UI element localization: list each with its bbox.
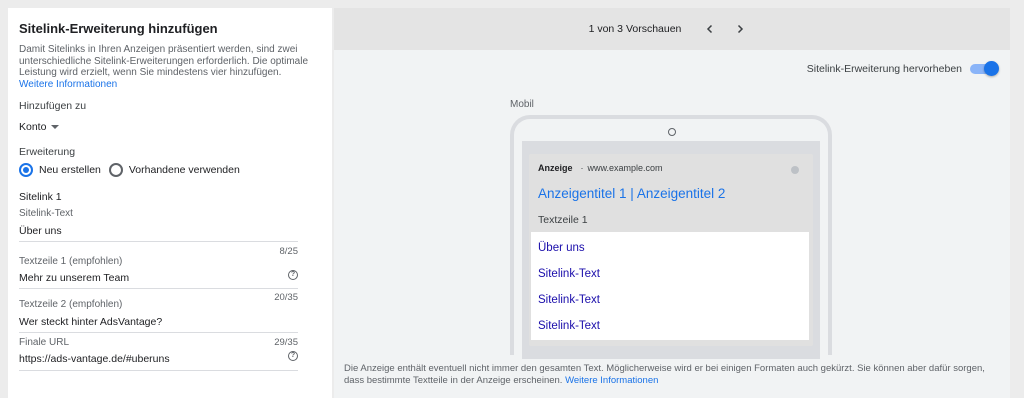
url-label: Finale URL [19,337,70,348]
next-preview-button[interactable] [732,21,748,37]
ad-sitelinks: Über uns Sitelink-Text Sitelink-Text Sit… [531,232,809,340]
extension-radio-group: Neu erstellen Vorhandene verwenden [19,163,248,177]
radio-selected-icon [19,163,33,177]
add-to-value: Konto [19,121,47,133]
field-underline [19,241,298,242]
preview-footer-note: Die Anzeige enthält eventuell nicht imme… [344,363,1004,387]
sitelink-text-counter: 8/25 [279,246,299,257]
field-underline [19,288,298,289]
field-underline [19,332,298,333]
more-info-link[interactable]: Weitere Informationen [19,79,117,90]
ad-badge: Anzeige [538,163,573,173]
sitelink-text-label: Sitelink-Text [19,208,73,219]
radio-new-label: Neu erstellen [39,164,101,176]
preview-nav-bar: 1 von 3 Vorschauen [334,8,1010,50]
ad-sitelink: Sitelink-Text [538,294,600,306]
line1-field[interactable]: Mehr zu unserem Team [19,272,129,284]
description-text: Damit Sitelinks in Ihren Anzeigen präsen… [19,44,309,78]
phone-mockup: Anzeige · www.example.com Anzeigentitel … [510,115,832,359]
radio-existing[interactable]: Vorhandene verwenden [108,163,240,177]
phone-screen: Anzeige · www.example.com Anzeigentitel … [522,141,820,359]
ad-sitelink: Über uns [538,242,585,254]
chevron-right-icon [738,24,744,34]
add-to-dropdown[interactable]: Konto [19,121,60,133]
preview-counter: 1 von 3 Vorschauen [588,23,682,35]
sitelink-form-panel: Sitelink-Erweiterung hinzufügen Damit Si… [8,8,332,398]
dropdown-caret-icon [51,125,60,129]
line1-label: Textzeile 1 (empfohlen) [19,256,123,267]
line2-label: Textzeile 2 (empfohlen) [19,299,123,310]
line2-field[interactable]: Wer steckt hinter AdsVantage? [19,316,162,328]
field-underline [19,370,298,371]
ad-header: Anzeige · www.example.com [538,163,663,173]
add-to-label: Hinzufügen zu [19,100,87,112]
radio-unselected-icon [108,163,123,177]
footer-more-info-link[interactable]: Weitere Informationen [565,375,658,386]
separator-dot: · [580,163,584,173]
sitelink-text-field[interactable]: Über uns [19,225,62,237]
sitelink-heading: Sitelink 1 [19,191,62,203]
ad-display-url: www.example.com [587,163,663,173]
ad-sitelink: Sitelink-Text [538,268,600,280]
highlight-toggle-label: Sitelink-Erweiterung hervorheben [806,63,962,75]
radio-existing-label: Vorhandene verwenden [128,164,240,176]
line2-counter: 29/35 [274,337,298,348]
panel-description: Damit Sitelinks in Ihren Anzeigen präsen… [19,44,309,90]
preview-panel: 1 von 3 Vorschauen Sitelink-Erweiterung … [334,8,1010,398]
camera-icon [668,128,676,136]
device-label: Mobil [510,99,534,110]
ad-description: Textzeile 1 [538,214,588,226]
highlight-toggle[interactable] [970,61,999,76]
help-icon[interactable]: ? [288,270,298,280]
footer-note-text: Die Anzeige enthält eventuell nicht imme… [344,363,985,386]
chevron-left-icon [707,24,713,34]
extension-label: Erweiterung [19,146,76,158]
ad-sitelink: Sitelink-Text [538,320,600,332]
toggle-knob [984,61,999,76]
panel-title: Sitelink-Erweiterung hinzufügen [19,21,218,36]
line1-counter: 20/35 [274,292,298,303]
ad-headline: Anzeigentitel 1 | Anzeigentitel 2 [538,186,726,201]
ad-preview: Anzeige · www.example.com Anzeigentitel … [529,154,813,346]
help-icon[interactable]: ? [288,351,298,361]
prev-preview-button[interactable] [702,21,718,37]
url-field[interactable]: https://ads-vantage.de/#uberuns [19,353,170,365]
info-dot-icon [791,166,799,174]
radio-new[interactable]: Neu erstellen [19,163,101,177]
